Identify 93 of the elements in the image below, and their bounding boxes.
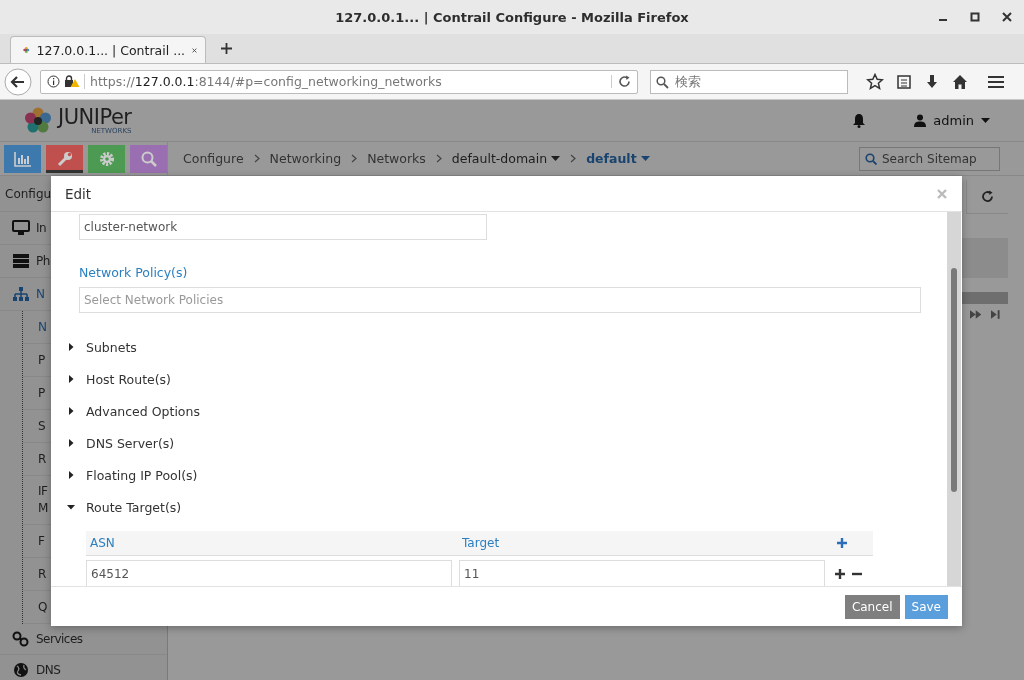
caret-right-icon (67, 407, 75, 415)
caret-icon[interactable] (551, 156, 561, 161)
server-icon (12, 253, 30, 269)
breadcrumb-link[interactable]: default-domain (451, 151, 548, 166)
sidebar-item[interactable]: Ph (36, 254, 50, 268)
caret-down-icon (67, 503, 75, 511)
sidebar-subitem[interactable]: Q (38, 598, 50, 616)
asn-field[interactable]: 64512 (86, 560, 452, 586)
home-icon[interactable] (952, 73, 968, 90)
section-toggle[interactable]: Subnets (65, 331, 285, 363)
gear-icon (97, 149, 116, 168)
field-label: Network Policy(s) (79, 265, 189, 280)
sidebar-subitem[interactable]: R (38, 450, 50, 468)
section-toggle[interactable]: Advanced Options (65, 395, 285, 427)
search-button[interactable] (130, 144, 167, 173)
caret-icon[interactable] (640, 156, 650, 161)
grid-row (962, 292, 1008, 304)
sidebar-subitem[interactable]: R (38, 565, 50, 583)
column-header: Target (462, 536, 501, 550)
breadcrumb-link[interactable]: Configure (183, 151, 244, 166)
back-button[interactable] (4, 67, 32, 96)
search-icon (865, 152, 877, 165)
caret-right-icon (67, 471, 75, 479)
monitor-icon (12, 220, 30, 236)
target-field[interactable]: 11 (459, 560, 825, 586)
wrench-button[interactable] (46, 144, 83, 173)
flower-icon (23, 44, 30, 56)
dialog-title: Edit (65, 185, 92, 202)
plus-icon[interactable] (835, 568, 845, 579)
wrench-icon (55, 149, 74, 168)
section-toggle[interactable]: DNS Server(s) (65, 427, 285, 459)
window-title: 127.0.0.1... | Contrail Configure - Mozilla Firefox (335, 9, 689, 25)
search-icon (656, 75, 669, 89)
breadcrumb-link[interactable]: Networking (269, 151, 342, 166)
name-field[interactable]: cluster-network (79, 214, 487, 240)
breadcrumb-link[interactable]: default (586, 151, 637, 166)
cancel-button[interactable]: Cancel (844, 594, 900, 619)
search-field[interactable]: 検索 (650, 69, 848, 94)
refresh-icon[interactable] (981, 190, 994, 203)
bell-icon[interactable] (852, 113, 867, 128)
star-icon[interactable] (866, 72, 884, 91)
brand-name: JUNIPer (58, 106, 132, 128)
info-icon (47, 75, 60, 88)
save-button[interactable]: Save (904, 594, 948, 619)
chevron-icon (253, 154, 260, 163)
user-icon (914, 114, 927, 127)
chart-button[interactable] (4, 144, 41, 173)
sidebar-title: Configu (5, 186, 52, 201)
sidebar-item[interactable]: In (36, 221, 47, 235)
link-icon (12, 631, 30, 647)
last-page-icon[interactable] (991, 310, 1000, 319)
user-menu[interactable]: admin (914, 113, 990, 128)
caret-icon (981, 118, 990, 123)
sidebar-item[interactable]: Services (36, 632, 83, 646)
breadcrumb-link[interactable]: Networks (367, 151, 426, 166)
reader-list-icon[interactable] (896, 73, 912, 90)
caret-right-icon (67, 343, 75, 351)
caret-right-icon (67, 375, 75, 383)
chart-icon (13, 150, 32, 167)
menu-icon[interactable] (988, 74, 1004, 89)
sidebar-subitem[interactable]: S (38, 417, 50, 435)
caret-right-icon (67, 439, 75, 447)
browser-tab[interactable]: 127.0.0.1... | Contrail ... (10, 36, 206, 63)
flower-logo-icon (24, 106, 52, 135)
column-header: ASN (90, 536, 116, 550)
search-icon (139, 149, 158, 168)
sitemap-search-field[interactable]: Search Sitemap (859, 146, 1000, 171)
sidebar-item[interactable]: DNS (36, 663, 61, 677)
new-tab-icon[interactable] (220, 42, 233, 55)
download-icon[interactable] (924, 73, 940, 90)
next-page-icon[interactable] (970, 310, 982, 319)
lock-warning-icon (64, 75, 80, 88)
sidebar-subitem[interactable]: P (38, 351, 50, 369)
sidebar-subitem[interactable]: F (38, 532, 50, 550)
network-policy-field[interactable]: Select Network Policies (79, 287, 921, 313)
chevron-icon (351, 154, 358, 163)
section-toggle[interactable]: Host Route(s) (65, 363, 285, 395)
sitemap-icon (12, 286, 30, 302)
sidebar-subitem[interactable]: IF M (38, 483, 50, 517)
chevron-icon (570, 154, 577, 163)
scrollbar[interactable] (947, 212, 961, 586)
scrollbar-thumb[interactable] (951, 268, 957, 492)
section-toggle[interactable]: Route Target(s) (65, 491, 285, 523)
maximize-icon[interactable] (970, 12, 980, 22)
url-field[interactable]: https://127.0.0.1:8144/#p=config_networking_networks (40, 69, 638, 94)
sidebar-item[interactable]: N (36, 287, 45, 301)
close-icon[interactable] (1002, 12, 1012, 22)
grid-header (962, 238, 1008, 278)
section-toggle[interactable]: Floating IP Pool(s) (65, 459, 285, 491)
sidebar-subitem[interactable]: N (38, 318, 50, 336)
sidebar-subitem[interactable]: P (38, 384, 50, 402)
chevron-icon (435, 154, 442, 163)
reload-icon[interactable] (611, 75, 631, 88)
